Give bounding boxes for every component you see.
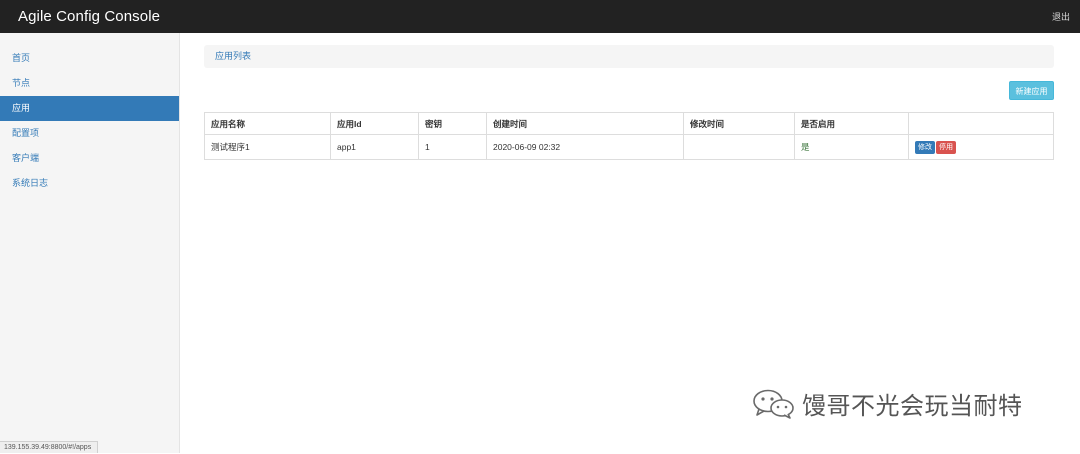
wechat-icon bbox=[751, 389, 797, 419]
app-brand[interactable]: Agile Config Console bbox=[18, 8, 160, 25]
watermark: 馒哥不光会玩当耐特 bbox=[751, 386, 1023, 421]
top-navbar: Agile Config Console 退出 bbox=[0, 0, 1080, 33]
cell-app-id: app1 bbox=[331, 135, 419, 160]
sidebar: 首页 节点 应用 配置项 客户端 系统日志 bbox=[0, 33, 180, 453]
cell-secret: 1 bbox=[419, 135, 487, 160]
header-app-id: 应用Id bbox=[331, 113, 419, 135]
table-header-row: 应用名称 应用Id 密钥 创建时间 修改时间 是否启用 bbox=[205, 113, 1054, 135]
sidebar-menu: 首页 节点 应用 配置项 客户端 系统日志 bbox=[0, 46, 179, 196]
new-app-button[interactable]: 新建应用 bbox=[1009, 81, 1054, 100]
table-row: 测试程序1 app1 1 2020-06-09 02:32 是 修改停用 bbox=[205, 135, 1054, 160]
cell-enabled: 是 bbox=[795, 135, 909, 160]
disable-button[interactable]: 停用 bbox=[936, 141, 956, 154]
sidebar-item-home[interactable]: 首页 bbox=[0, 46, 179, 71]
cell-actions: 修改停用 bbox=[909, 135, 1054, 160]
breadcrumb: 应用列表 bbox=[204, 45, 1054, 68]
sidebar-item-configs[interactable]: 配置项 bbox=[0, 121, 179, 146]
edit-button[interactable]: 修改 bbox=[915, 141, 935, 154]
watermark-text: 馒哥不光会玩当耐特 bbox=[802, 386, 1023, 421]
sidebar-item-clients[interactable]: 客户端 bbox=[0, 146, 179, 171]
header-created: 创建时间 bbox=[487, 113, 684, 135]
sidebar-item-nodes[interactable]: 节点 bbox=[0, 71, 179, 96]
logout-link[interactable]: 退出 bbox=[1052, 10, 1070, 23]
cell-modified bbox=[684, 135, 795, 160]
header-secret: 密钥 bbox=[419, 113, 487, 135]
header-actions bbox=[909, 113, 1054, 135]
apps-table: 应用名称 应用Id 密钥 创建时间 修改时间 是否启用 测试程序1 app1 1… bbox=[204, 112, 1054, 160]
header-modified: 修改时间 bbox=[684, 113, 795, 135]
sidebar-item-apps[interactable]: 应用 bbox=[0, 96, 179, 121]
cell-app-name: 测试程序1 bbox=[205, 135, 331, 160]
header-app-name: 应用名称 bbox=[205, 113, 331, 135]
sidebar-item-syslog[interactable]: 系统日志 bbox=[0, 171, 179, 196]
cell-created: 2020-06-09 02:32 bbox=[487, 135, 684, 160]
header-enabled: 是否启用 bbox=[795, 113, 909, 135]
status-bar-url: 139.155.39.49:8800/#!/apps bbox=[0, 441, 98, 453]
